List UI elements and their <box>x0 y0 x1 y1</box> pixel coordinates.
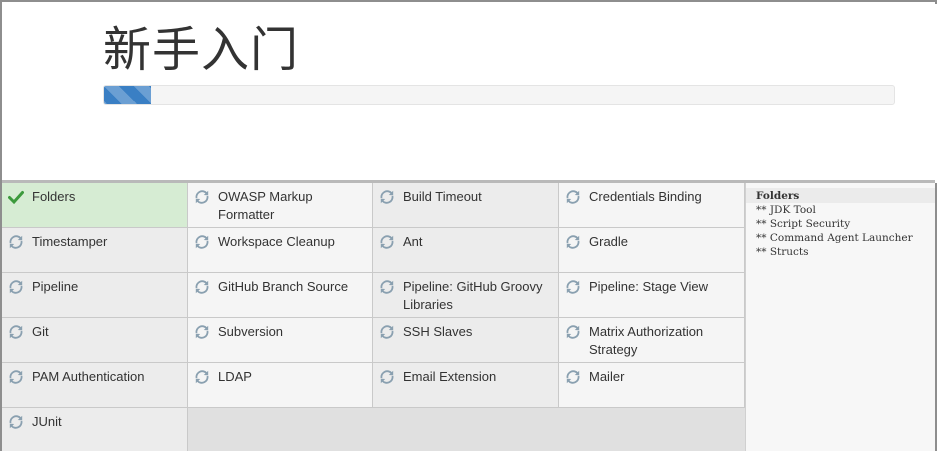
plugin-item: Subversion <box>188 318 373 363</box>
refresh-icon <box>566 325 580 339</box>
refresh-icon <box>195 190 209 204</box>
plugin-label: PAM Authentication <box>32 369 145 384</box>
log-line: ** Command Agent Launcher <box>756 232 913 244</box>
plugin-label: Git <box>32 324 49 339</box>
plugin-label: LDAP <box>218 369 252 384</box>
plugin-label: Matrix Authorization Strategy <box>589 324 704 357</box>
plugin-label: Credentials Binding <box>589 189 702 204</box>
refresh-icon <box>380 325 394 339</box>
plugin-label: Email Extension <box>403 369 497 384</box>
plugin-label: Ant <box>403 234 423 249</box>
plugin-item: GitHub Branch Source <box>188 273 373 318</box>
log-current-plugin: Folders <box>746 188 935 203</box>
plugin-label: OWASP Markup Formatter <box>218 189 313 222</box>
plugin-label: GitHub Branch Source <box>218 279 349 294</box>
plugin-item: Pipeline: Stage View <box>559 273 745 318</box>
refresh-icon <box>380 190 394 204</box>
plugin-item: Credentials Binding <box>559 183 745 228</box>
refresh-icon <box>9 370 23 384</box>
refresh-icon <box>9 415 23 429</box>
plugin-item: Pipeline: GitHub Groovy Libraries <box>373 273 559 318</box>
refresh-icon <box>9 325 23 339</box>
plugin-label: Folders <box>32 189 76 204</box>
refresh-icon <box>195 325 209 339</box>
plugin-item: OWASP Markup Formatter <box>188 183 373 228</box>
plugin-item: Mailer <box>559 363 745 408</box>
log-line: ** Structs <box>756 246 809 258</box>
log-line: ** JDK Tool <box>756 204 816 216</box>
plugin-item: PAM Authentication <box>2 363 188 408</box>
plugin-label: Subversion <box>218 324 284 339</box>
checkmark-icon <box>8 191 24 205</box>
plugin-label: Build Timeout <box>403 189 482 204</box>
plugin-label: Workspace Cleanup <box>218 234 335 249</box>
plugin-item: Timestamper <box>2 228 188 273</box>
plugin-item: Git <box>2 318 188 363</box>
refresh-icon <box>566 190 580 204</box>
plugin-label: Timestamper <box>32 234 108 249</box>
refresh-icon <box>566 280 580 294</box>
plugin-item: Workspace Cleanup <box>188 228 373 273</box>
plugin-item: Matrix Authorization Strategy <box>559 318 745 363</box>
plugin-item: LDAP <box>188 363 373 408</box>
refresh-icon <box>380 280 394 294</box>
refresh-icon <box>9 235 23 249</box>
plugin-item: JUnit <box>2 408 188 451</box>
plugin-grid: Folders OWASP Markup Formatter Build Timeo… <box>2 183 745 451</box>
plugin-item: Build Timeout <box>373 183 559 228</box>
install-progress-bar <box>103 85 895 105</box>
plugin-item: Folders <box>2 183 188 228</box>
plugin-label: Pipeline: Stage View <box>589 279 709 294</box>
refresh-icon <box>9 280 23 294</box>
refresh-icon <box>380 235 394 249</box>
plugin-item: Gradle <box>559 228 745 273</box>
plugin-label: Gradle <box>589 234 629 249</box>
install-log: Folders ** JDK Tool ** Script Security *… <box>745 183 935 451</box>
refresh-icon <box>566 235 580 249</box>
plugin-label: Mailer <box>589 369 625 384</box>
header: 新手入门 <box>4 4 937 183</box>
refresh-icon <box>380 370 394 384</box>
plugin-item: SSH Slaves <box>373 318 559 363</box>
log-line: ** Script Security <box>756 218 851 230</box>
refresh-icon <box>195 235 209 249</box>
refresh-icon <box>195 370 209 384</box>
page-title: 新手入门 <box>103 22 300 78</box>
plugin-item: Email Extension <box>373 363 559 408</box>
plugin-label: Pipeline <box>32 279 79 294</box>
plugin-item: Ant <box>373 228 559 273</box>
refresh-icon <box>195 280 209 294</box>
plugin-label: JUnit <box>32 414 62 429</box>
plugin-item: Pipeline <box>2 273 188 318</box>
progress-fill <box>104 86 152 104</box>
refresh-icon <box>566 370 580 384</box>
plugin-label: Pipeline: GitHub Groovy Libraries <box>403 279 543 312</box>
plugin-label: SSH Slaves <box>403 324 473 339</box>
